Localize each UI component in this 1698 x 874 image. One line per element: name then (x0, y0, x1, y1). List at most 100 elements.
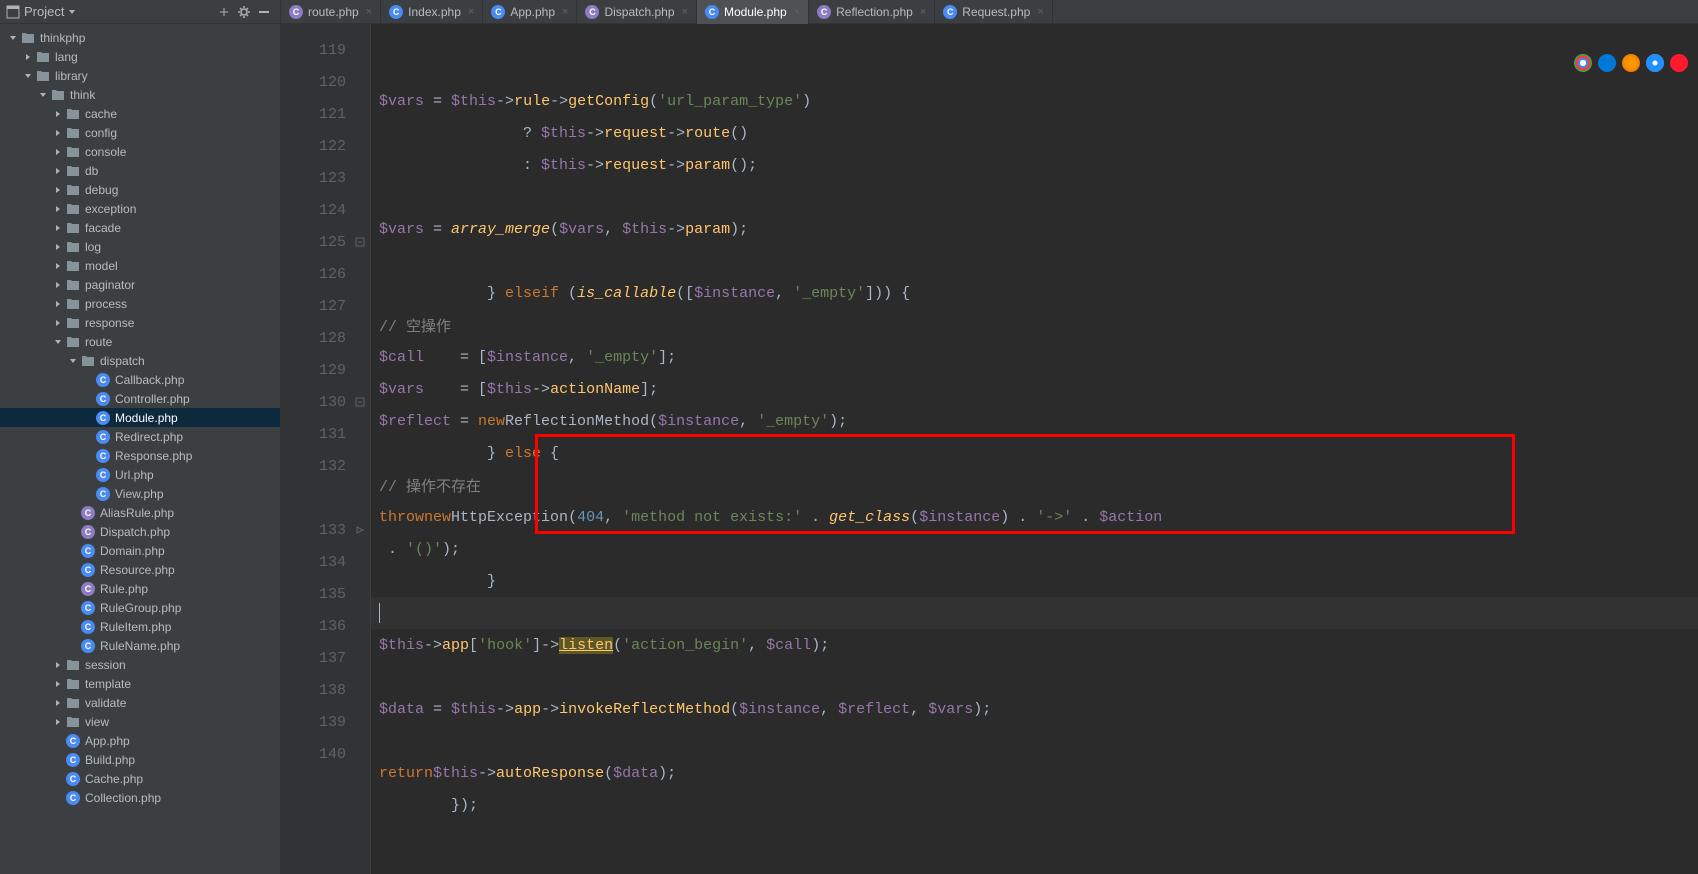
tree-file[interactable]: CModule.php (0, 408, 280, 427)
tree-folder[interactable]: paginator (0, 275, 280, 294)
code-line[interactable]: $reflect = new ReflectionMethod($instanc… (371, 405, 1698, 437)
tree-folder[interactable]: session (0, 655, 280, 674)
tree-file[interactable]: CApp.php (0, 731, 280, 750)
tree-folder[interactable]: library (0, 66, 280, 85)
editor-tab[interactable]: CApp.php× (483, 0, 577, 24)
collapse-icon[interactable] (214, 2, 234, 22)
tree-file[interactable]: CController.php (0, 389, 280, 408)
tree-arrow-icon[interactable] (53, 299, 63, 309)
tree-arrow-icon[interactable] (53, 128, 63, 138)
tree-file[interactable]: CResponse.php (0, 446, 280, 465)
editor-tab[interactable]: CReflection.php× (809, 0, 935, 24)
tree-folder[interactable]: think (0, 85, 280, 104)
tree-folder[interactable]: cache (0, 104, 280, 123)
tree-folder[interactable]: console (0, 142, 280, 161)
code-line[interactable]: $data = $this->app->invokeReflectMethod(… (371, 693, 1698, 725)
tree-arrow-icon[interactable] (53, 242, 63, 252)
code-line[interactable]: : $this->request->param(); (371, 149, 1698, 181)
tree-arrow-icon[interactable] (53, 793, 63, 803)
code-line[interactable]: $vars = [$this->actionName]; (371, 373, 1698, 405)
chrome-icon[interactable] (1574, 54, 1592, 72)
code-line[interactable] (371, 245, 1698, 277)
editor-tab[interactable]: CModule.php× (697, 0, 809, 24)
editor-tab[interactable]: CIndex.php× (381, 0, 483, 24)
safari-icon[interactable] (1646, 54, 1664, 72)
code-line[interactable]: } else { (371, 437, 1698, 469)
tree-file[interactable]: CCache.php (0, 769, 280, 788)
tree-file[interactable]: CRuleItem.php (0, 617, 280, 636)
tree-arrow-icon[interactable] (53, 109, 63, 119)
code-line[interactable] (371, 597, 1698, 629)
code-line[interactable]: } (371, 565, 1698, 597)
tree-file[interactable]: CDomain.php (0, 541, 280, 560)
code-line[interactable]: $vars = $this->rule->getConfig('url_para… (371, 85, 1698, 117)
tree-file[interactable]: CRuleName.php (0, 636, 280, 655)
tree-arrow-icon[interactable] (68, 622, 78, 632)
tree-arrow-icon[interactable] (83, 451, 93, 461)
tree-folder[interactable]: thinkphp (0, 28, 280, 47)
fold-icon[interactable] (354, 524, 366, 536)
editor-tab[interactable]: CDispatch.php× (577, 0, 696, 24)
edge-icon[interactable] (1598, 54, 1616, 72)
tree-file[interactable]: CRedirect.php (0, 427, 280, 446)
code-content[interactable]: $vars = $this->rule->getConfig('url_para… (371, 24, 1698, 874)
close-icon[interactable]: × (682, 6, 688, 18)
tree-arrow-icon[interactable] (38, 90, 48, 100)
tree-arrow-icon[interactable] (53, 698, 63, 708)
tree-file[interactable]: CCollection.php (0, 788, 280, 807)
code-line[interactable]: // 操作不存在 (371, 469, 1698, 501)
tree-arrow-icon[interactable] (68, 603, 78, 613)
tree-arrow-icon[interactable] (68, 508, 78, 518)
close-icon[interactable]: × (468, 6, 474, 18)
close-icon[interactable]: × (920, 6, 926, 18)
code-line[interactable]: return $this->autoResponse($data); (371, 757, 1698, 789)
tree-folder[interactable]: route (0, 332, 280, 351)
code-line[interactable] (371, 661, 1698, 693)
tree-arrow-icon[interactable] (83, 413, 93, 423)
close-icon[interactable]: × (562, 6, 568, 18)
tree-folder[interactable]: validate (0, 693, 280, 712)
tree-arrow-icon[interactable] (53, 318, 63, 328)
tree-arrow-icon[interactable] (68, 641, 78, 651)
tree-arrow-icon[interactable] (68, 565, 78, 575)
fold-icon[interactable] (354, 236, 366, 248)
close-icon[interactable]: × (794, 6, 800, 18)
tree-arrow-icon[interactable] (53, 660, 63, 670)
tree-file[interactable]: CUrl.php (0, 465, 280, 484)
minimize-icon[interactable] (254, 2, 274, 22)
tree-folder[interactable]: log (0, 237, 280, 256)
tree-arrow-icon[interactable] (53, 337, 63, 347)
fold-icon[interactable] (354, 396, 366, 408)
close-icon[interactable]: × (366, 6, 372, 18)
tree-arrow-icon[interactable] (53, 261, 63, 271)
tree-arrow-icon[interactable] (53, 147, 63, 157)
tree-arrow-icon[interactable] (83, 470, 93, 480)
tree-arrow-icon[interactable] (68, 356, 78, 366)
code-line[interactable]: // 空操作 (371, 309, 1698, 341)
tree-file[interactable]: CBuild.php (0, 750, 280, 769)
tree-arrow-icon[interactable] (53, 755, 63, 765)
code-line[interactable]: . '()'); (371, 533, 1698, 565)
tree-folder[interactable]: db (0, 161, 280, 180)
close-icon[interactable]: × (1037, 6, 1043, 18)
code-line[interactable]: }); (371, 789, 1698, 821)
tree-arrow-icon[interactable] (53, 774, 63, 784)
tree-file[interactable]: CRuleGroup.php (0, 598, 280, 617)
tree-arrow-icon[interactable] (83, 489, 93, 499)
tree-arrow-icon[interactable] (68, 546, 78, 556)
opera-icon[interactable] (1670, 54, 1688, 72)
tree-arrow-icon[interactable] (53, 223, 63, 233)
tree-folder[interactable]: debug (0, 180, 280, 199)
tree-arrow-icon[interactable] (53, 166, 63, 176)
code-line[interactable]: $call = [$instance, '_empty']; (371, 341, 1698, 373)
tree-folder[interactable]: model (0, 256, 280, 275)
tree-arrow-icon[interactable] (23, 71, 33, 81)
tree-arrow-icon[interactable] (68, 584, 78, 594)
tree-folder[interactable]: view (0, 712, 280, 731)
tree-file[interactable]: CResource.php (0, 560, 280, 579)
gear-icon[interactable] (234, 2, 254, 22)
code-line[interactable] (371, 181, 1698, 213)
tree-arrow-icon[interactable] (53, 185, 63, 195)
tree-arrow-icon[interactable] (53, 280, 63, 290)
editor-tab[interactable]: CRequest.php× (935, 0, 1053, 24)
